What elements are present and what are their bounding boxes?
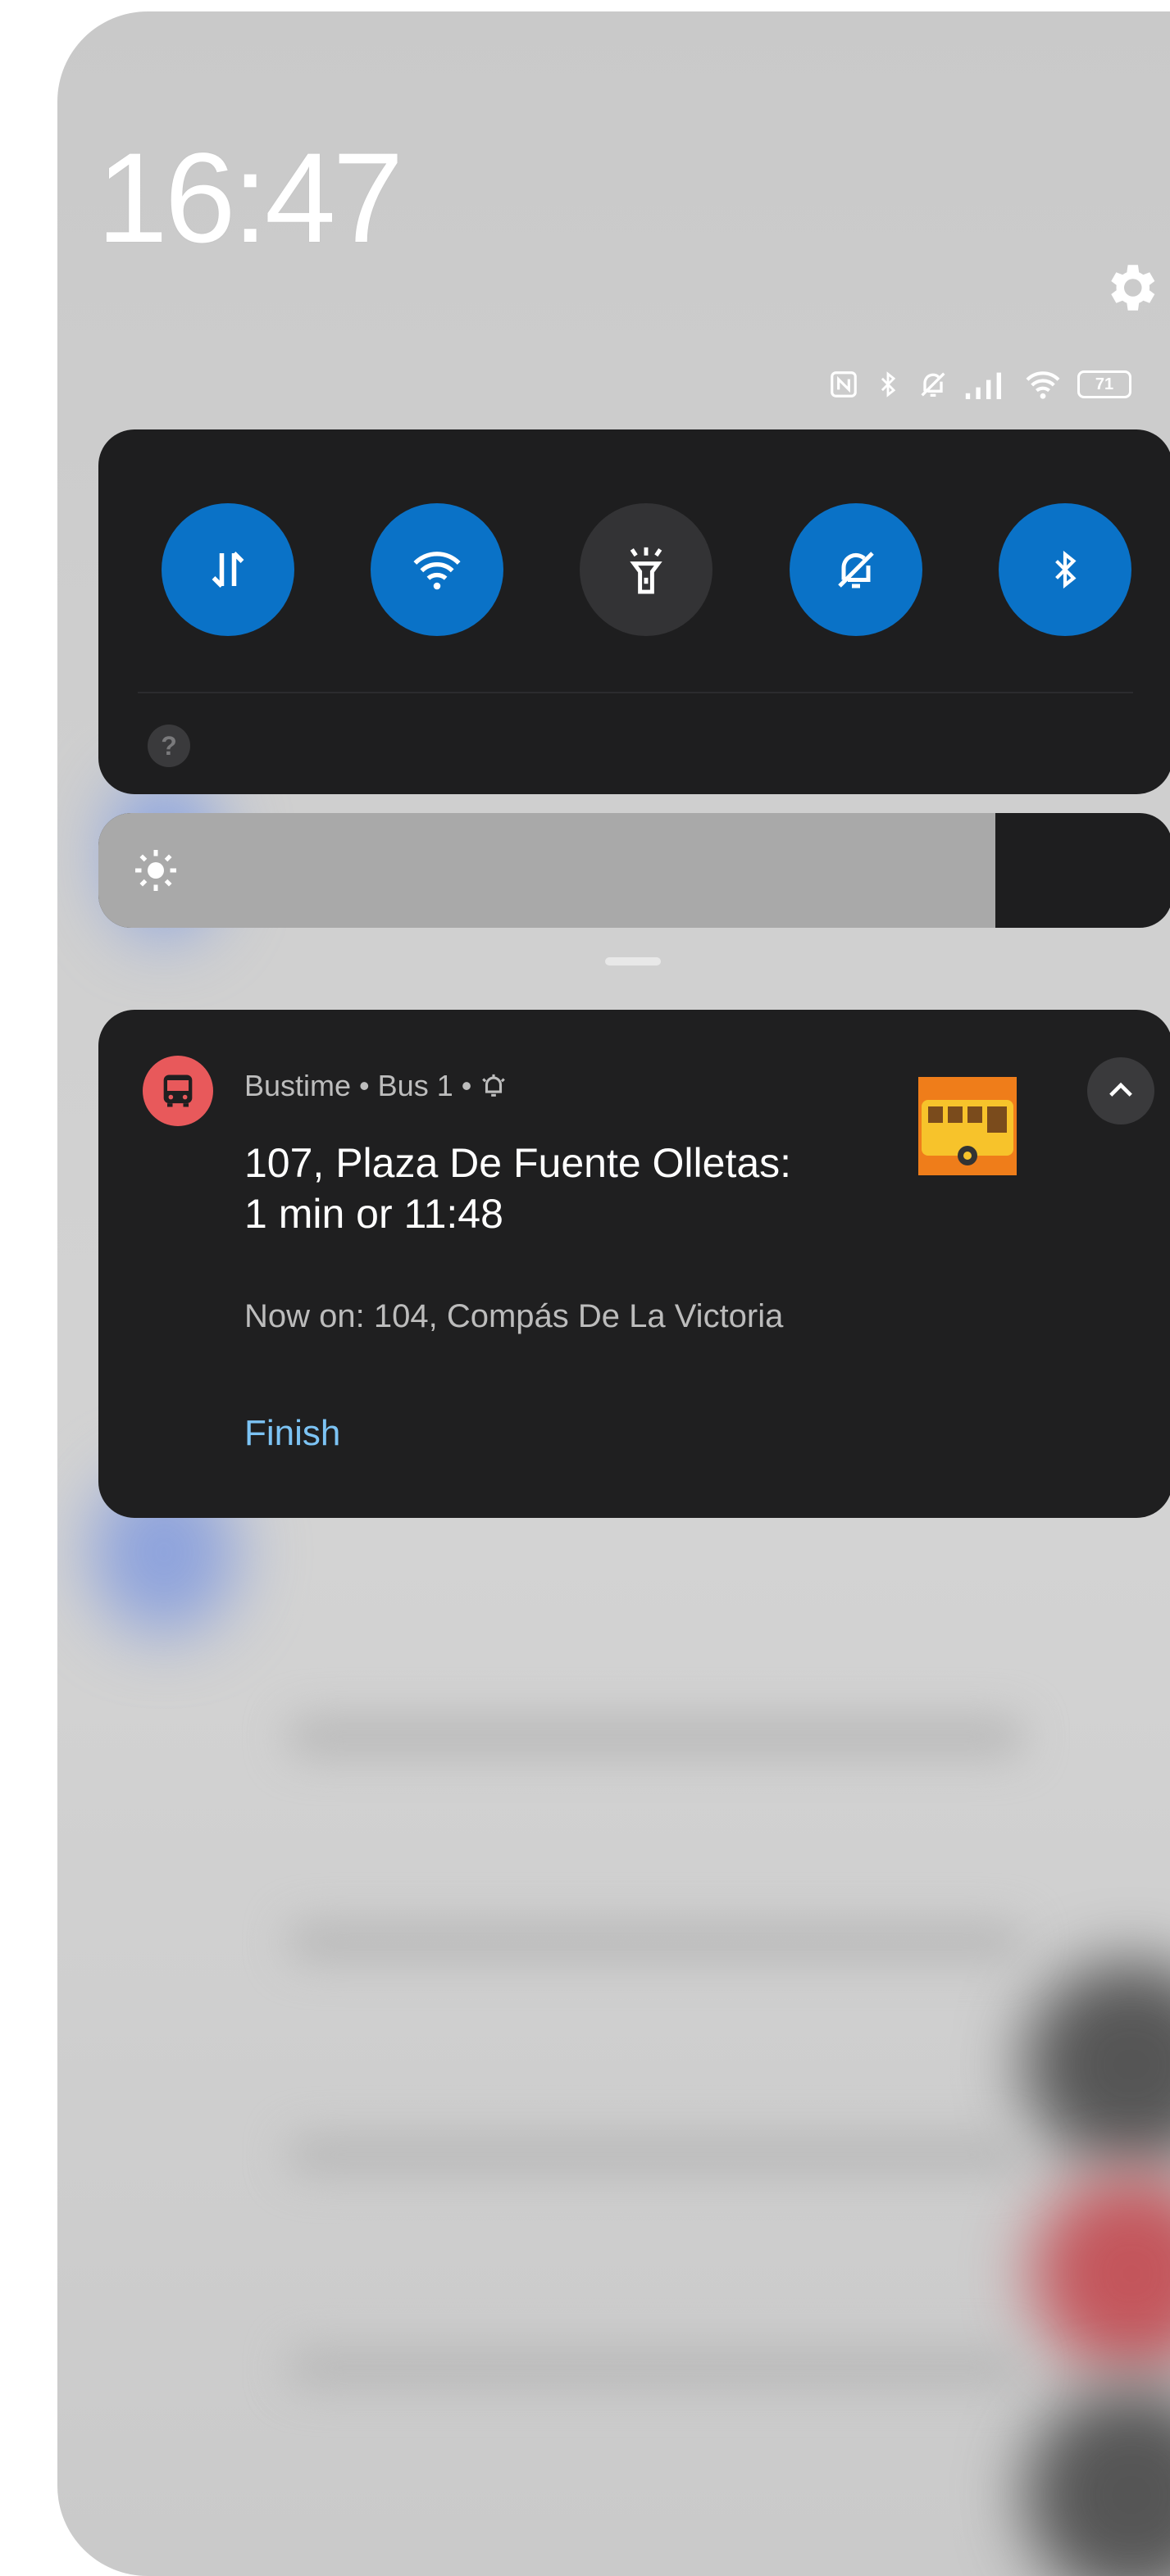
flashlight-toggle[interactable] [580, 503, 712, 636]
background-blur [1033, 2175, 1170, 2372]
notification-subtitle: Bus 1 [377, 1069, 453, 1102]
bluetooth-icon [1055, 550, 1077, 589]
collapse-button[interactable] [1087, 1057, 1154, 1124]
wifi-toggle[interactable] [371, 503, 503, 636]
notification-body: Now on: 104, Compás De La Victoria [244, 1298, 784, 1334]
sun-icon [135, 850, 176, 891]
mobile-data-toggle[interactable] [162, 503, 294, 636]
background-blur [287, 1921, 1025, 1962]
brightness-level-fill [98, 813, 995, 928]
bell-off-icon [838, 552, 874, 588]
status-bar-icons: 71 [828, 364, 1131, 405]
bell-off-status-icon [921, 372, 945, 397]
notification-title: 107, Plaza De Fuente Olletas: 1 min or 1… [244, 1138, 791, 1239]
bus-icon [163, 1074, 193, 1107]
battery-icon: 71 [1077, 370, 1131, 398]
phone-screen: 16:47 71 ? Bustime • Bus 1 • 107, Plaza … [57, 11, 1170, 2576]
nfc-icon [831, 371, 857, 398]
title-line-1: 107, Plaza De Fuente Olletas: [244, 1140, 792, 1186]
panel-drag-handle[interactable] [605, 957, 661, 965]
chevron-up-icon [1109, 1082, 1132, 1097]
wifi-icon [413, 552, 461, 590]
notification-header: Bustime • Bus 1 • [244, 1069, 508, 1103]
do-not-disturb-toggle[interactable] [790, 503, 922, 636]
header-separator: • [359, 1069, 370, 1102]
app-name: Bustime [244, 1069, 352, 1102]
bustime-notification[interactable]: Bustime • Bus 1 • 107, Plaza De Fuente O… [98, 1010, 1170, 1518]
clock-time: 16:47 [97, 127, 403, 270]
quick-settings-divider [138, 692, 1133, 693]
background-blur [1025, 1962, 1170, 2167]
wifi-status-icon [1026, 371, 1060, 399]
quick-settings-panel: ? [98, 429, 1170, 794]
bluetooth-status-icon [881, 371, 896, 398]
bluetooth-toggle[interactable] [999, 503, 1131, 636]
flashlight-icon [630, 547, 662, 594]
background-blur [287, 2134, 1025, 2175]
bus-app-icon [143, 1056, 213, 1126]
data-transfer-icon [212, 552, 244, 588]
signal-icon [965, 372, 1001, 399]
alert-bell-icon [482, 1074, 506, 1097]
title-line-2: 1 min or 11:48 [244, 1191, 503, 1237]
header-separator: • [461, 1069, 472, 1102]
finish-button[interactable]: Finish [244, 1413, 340, 1454]
help-icon[interactable]: ? [148, 725, 190, 767]
background-blur [1025, 2388, 1170, 2576]
gear-icon[interactable] [1100, 257, 1161, 318]
yellow-bus-image [918, 1077, 1017, 1175]
background-blur [287, 2347, 1025, 2388]
background-blur [287, 1716, 1025, 1757]
brightness-slider[interactable] [98, 813, 1170, 928]
bus-thumbnail-image [918, 1077, 1017, 1175]
